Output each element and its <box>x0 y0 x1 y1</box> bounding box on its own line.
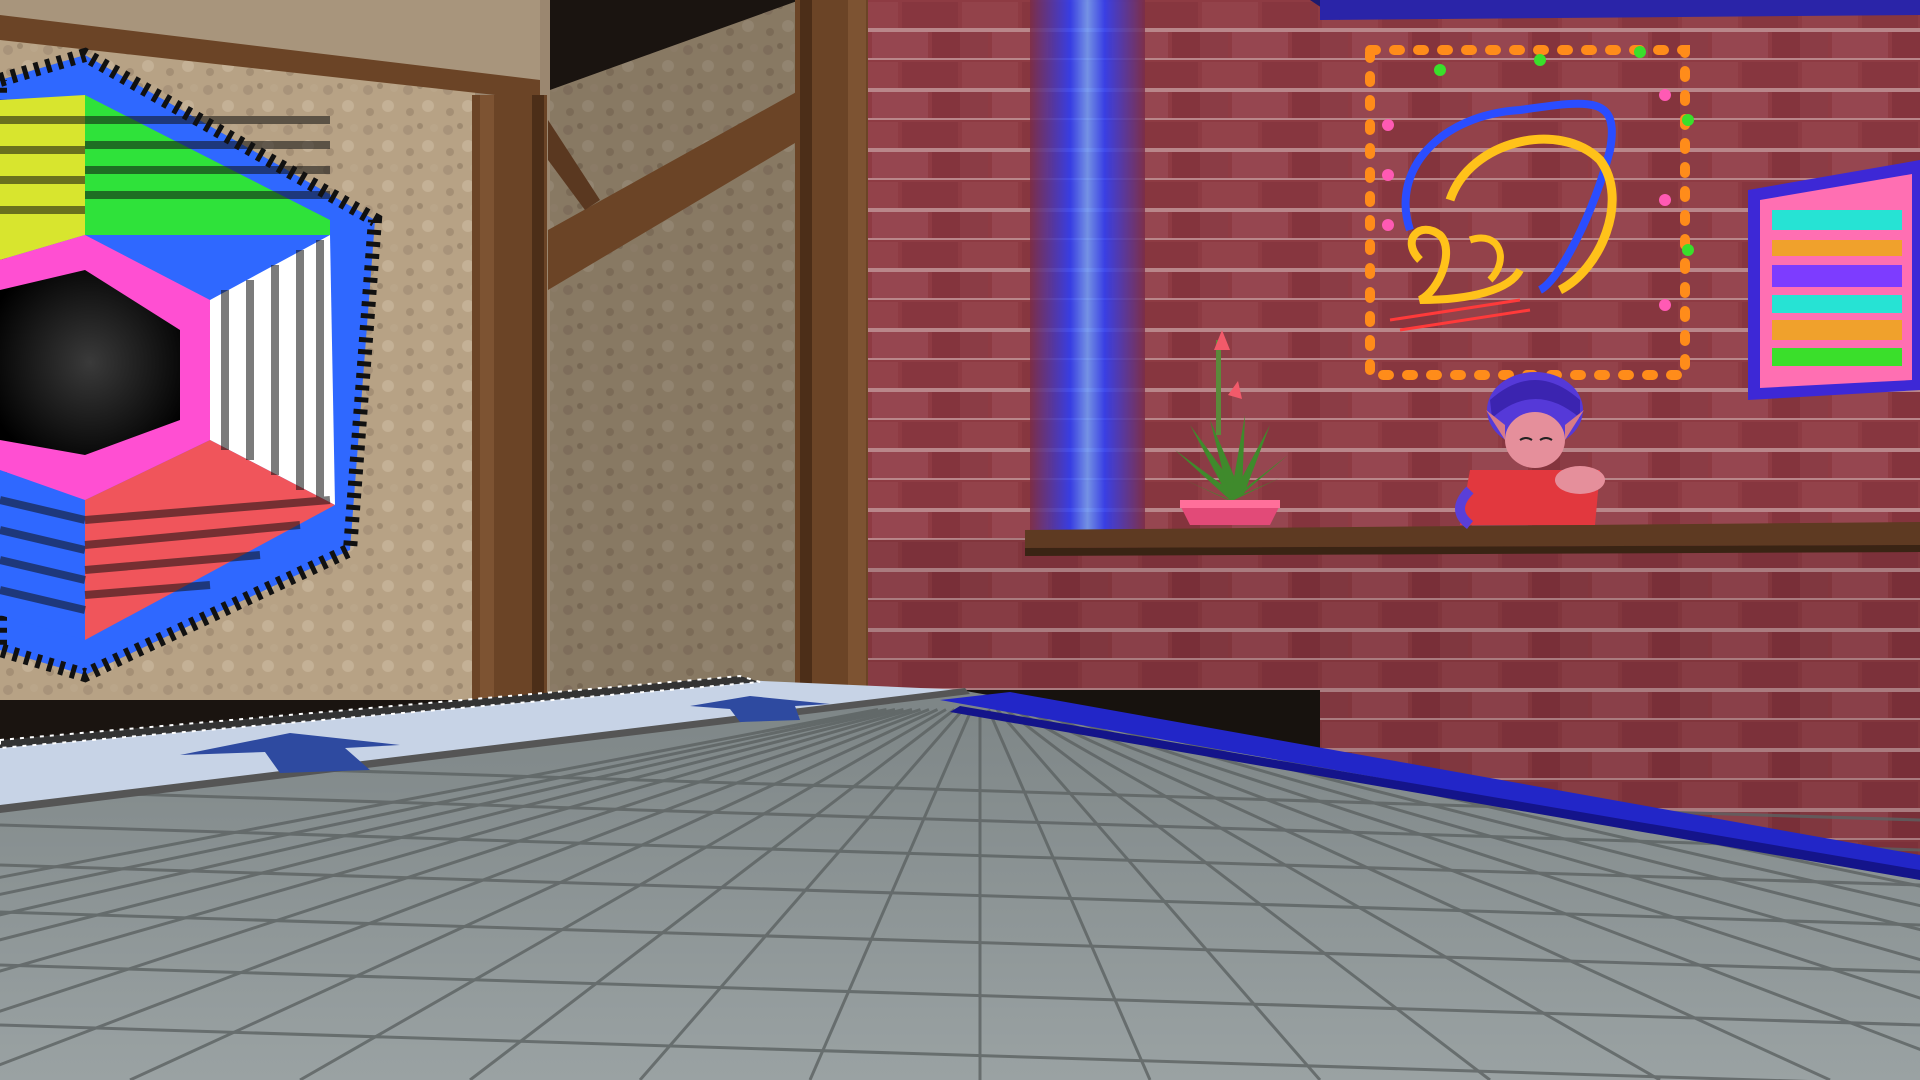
doorway-back-wall <box>550 0 800 700</box>
game-scene <box>0 0 1920 1080</box>
wall-poster <box>1748 160 1920 400</box>
blue-light-pillar <box>1030 0 1145 530</box>
